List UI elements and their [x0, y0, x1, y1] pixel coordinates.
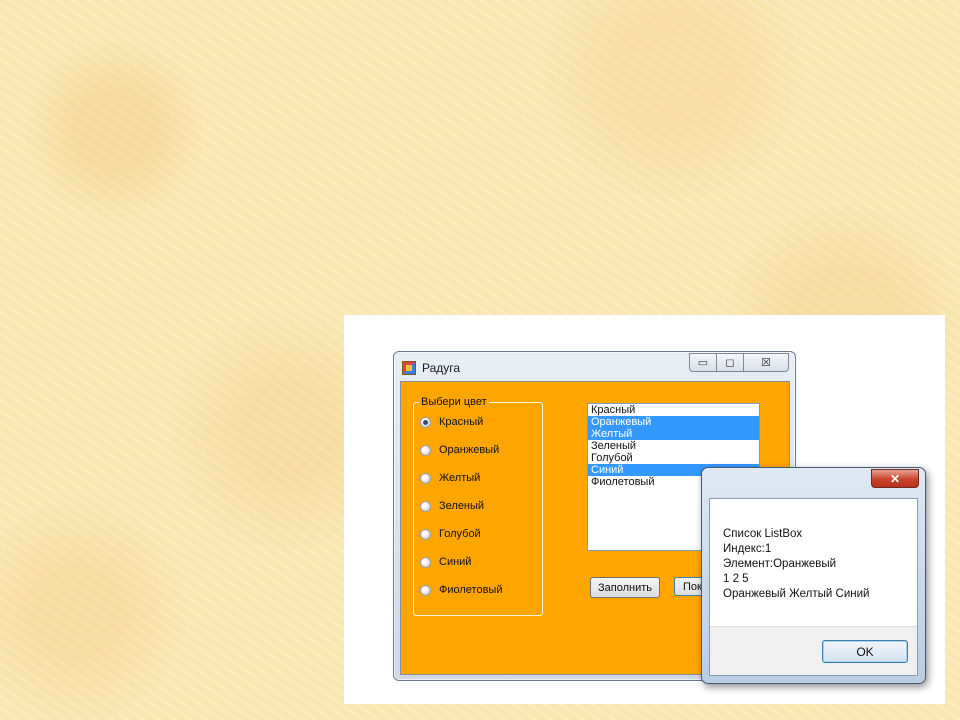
message-box-footer: OK	[710, 626, 917, 675]
window-controls: ▭ ◻ ☒	[689, 353, 789, 372]
radio-green[interactable]: Зеленый	[420, 500, 484, 512]
radio-indicator	[420, 416, 431, 428]
ok-button[interactable]: OK	[822, 640, 908, 663]
radio-indicator	[420, 556, 431, 568]
listbox-item[interactable]: Оранжевый	[588, 416, 759, 428]
minimize-button[interactable]: ▭	[689, 353, 717, 372]
radio-indicator	[420, 528, 431, 540]
radio-label: Желтый	[439, 472, 481, 484]
groupbox-legend: Выбери цвет	[419, 396, 489, 408]
listbox-item[interactable]: Красный	[588, 404, 759, 416]
title-bar[interactable]: Радуга ▭ ◻ ☒	[394, 352, 795, 380]
radio-light-blue[interactable]: Голубой	[420, 528, 481, 540]
radio-yellow[interactable]: Желтый	[420, 472, 480, 484]
app-icon	[402, 361, 416, 375]
radio-indicator	[420, 500, 431, 512]
message-box-body: Список ListBox Индекс:1 Элемент:Оранжевы…	[709, 498, 918, 676]
listbox-item[interactable]: Зеленый	[588, 440, 759, 452]
message-line: Индекс:1	[723, 543, 772, 555]
radio-indicator	[420, 444, 431, 456]
window-title: Радуга	[422, 361, 461, 375]
color-groupbox: Выбери цвет Красный Оранжевый Желтый Зел…	[413, 396, 543, 616]
message-line: Оранжевый Желтый Синий	[723, 588, 870, 600]
message-box: ✕ Список ListBox Индекс:1 Элемент:Оранже…	[701, 467, 926, 684]
radio-indicator	[420, 472, 431, 484]
message-box-close-button[interactable]: ✕	[871, 469, 919, 488]
radio-blue[interactable]: Синий	[420, 556, 471, 568]
listbox-item[interactable]: Желтый	[588, 428, 759, 440]
listbox-item[interactable]: Голубой	[588, 452, 759, 464]
radio-label: Фиолетовый	[439, 584, 503, 596]
close-button[interactable]: ☒	[743, 353, 789, 372]
message-line: 1 2 5	[723, 573, 749, 585]
message-line: Список ListBox	[723, 528, 803, 540]
radio-orange[interactable]: Оранжевый	[420, 444, 499, 456]
radio-label: Зеленый	[439, 500, 485, 512]
radio-label: Голубой	[439, 528, 481, 540]
maximize-button[interactable]: ◻	[716, 353, 744, 372]
radio-label: Синий	[439, 556, 472, 568]
message-line: Элемент:Оранжевый	[723, 558, 837, 570]
radio-label: Оранжевый	[439, 444, 500, 456]
fill-button[interactable]: Заполнить	[590, 577, 660, 598]
radio-label: Красный	[439, 416, 484, 428]
radio-indicator	[420, 584, 431, 596]
radio-violet[interactable]: Фиолетовый	[420, 584, 502, 596]
message-text: Список ListBox Индекс:1 Элемент:Оранжевы…	[723, 527, 869, 602]
radio-red[interactable]: Красный	[420, 416, 483, 428]
